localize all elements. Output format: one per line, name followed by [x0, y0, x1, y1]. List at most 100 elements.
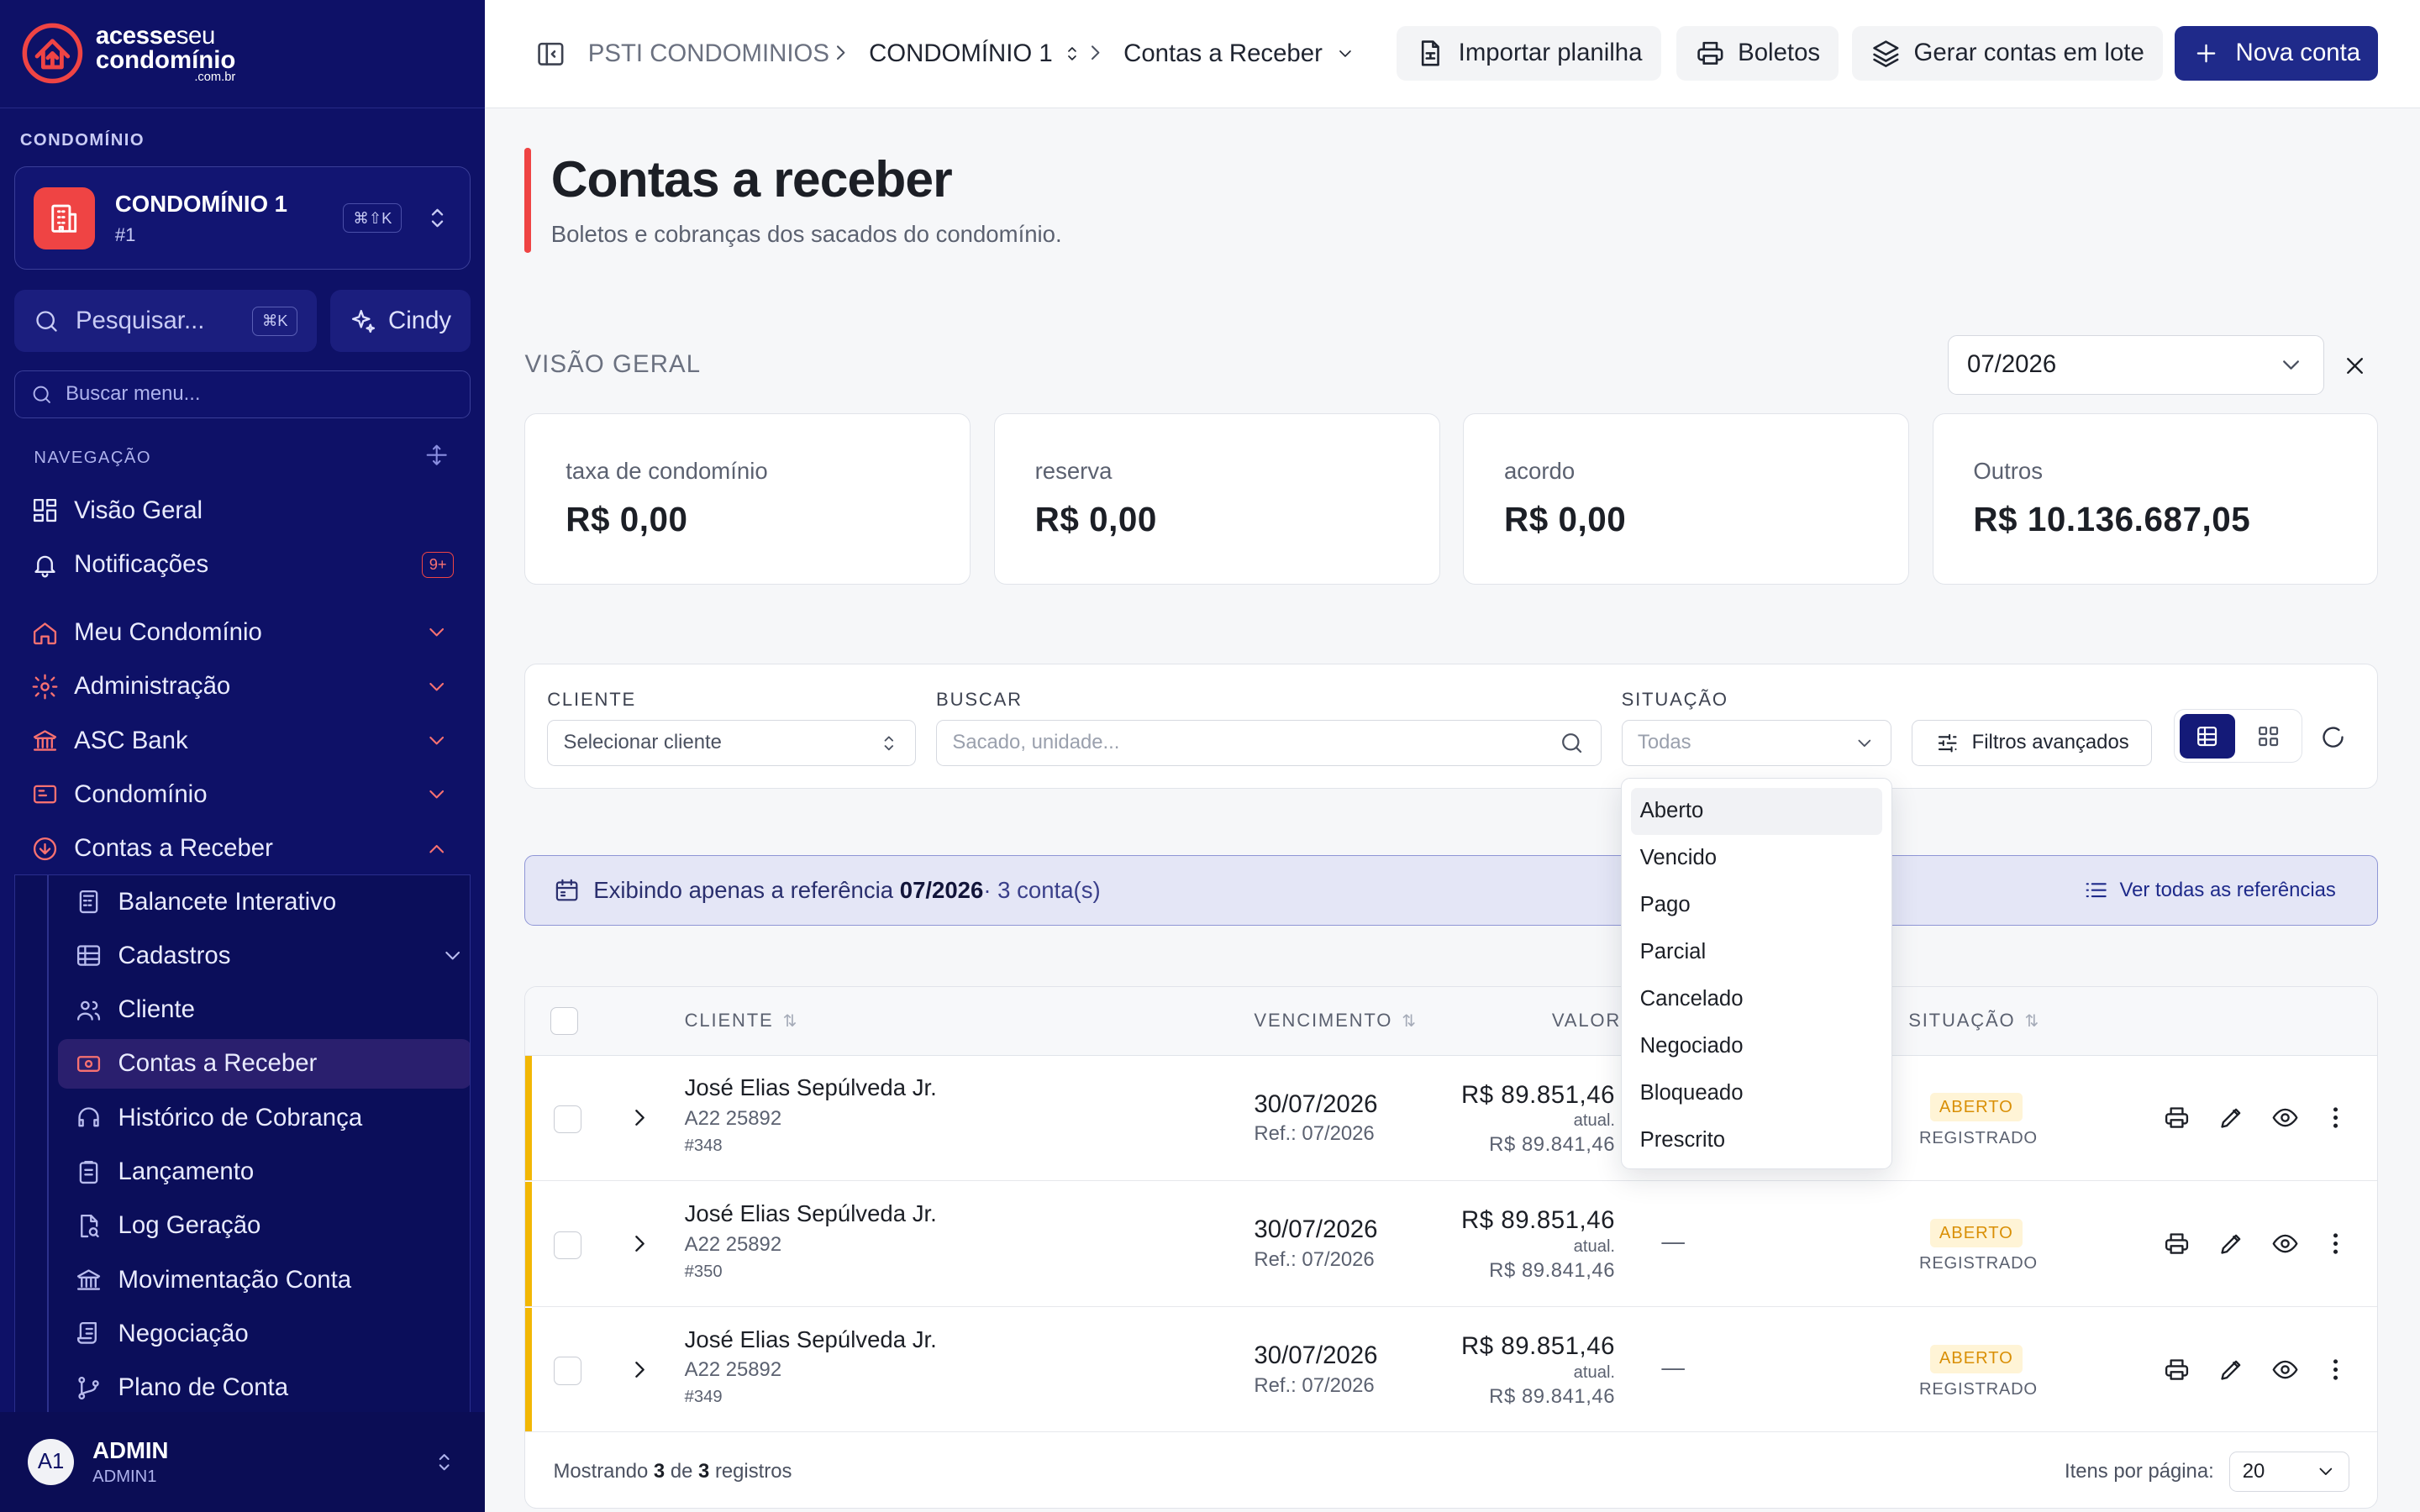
column-header-vencimento[interactable]: VENCIMENTO ⇅	[1254, 1010, 1418, 1032]
account-id: #348	[684, 1136, 723, 1155]
breadcrumb-item-page[interactable]: Contas a Receber	[1123, 0, 1355, 108]
header-label: CLIENTE	[684, 1010, 774, 1032]
status-option[interactable]: Pago	[1631, 882, 1882, 929]
sidebar-item-administracao[interactable]: Administração	[31, 662, 471, 711]
clear-month-icon[interactable]	[2341, 352, 2369, 380]
eye-icon[interactable]	[2271, 1104, 2299, 1131]
status-option[interactable]: Parcial	[1631, 929, 1882, 976]
column-header-cliente[interactable]: CLIENTE ⇅	[685, 1010, 799, 1032]
brand-logo[interactable]: acesseseu condomínio .com.br	[0, 0, 485, 108]
submenu-item-cadastros[interactable]: Cadastros	[58, 932, 470, 981]
printer-icon[interactable]	[2163, 1356, 2191, 1383]
submenu-label: Movimentação Conta	[118, 1265, 352, 1294]
breadcrumb-item-condo[interactable]: CONDOMÍNIO 1	[869, 0, 1082, 108]
row-checkbox[interactable]	[553, 1231, 581, 1259]
client-name[interactable]: José Elias Sepúlveda Jr.	[685, 1326, 937, 1353]
status-select[interactable]: Todas	[1621, 719, 1891, 766]
submenu-item-historico[interactable]: Histórico de Cobrança	[58, 1093, 470, 1142]
reference: Ref.: 07/2026	[1254, 1373, 1375, 1397]
eye-icon[interactable]	[2271, 1230, 2299, 1257]
reference-month-select[interactable]: 07/2026	[1947, 334, 2325, 396]
sidebar-item-contas-a-receber[interactable]: Contas a Receber	[31, 824, 471, 874]
condo-switcher[interactable]: CONDOMÍNIO 1 #1 ⌘⇧K	[13, 166, 471, 270]
select-all-checkbox[interactable]	[550, 1006, 578, 1035]
submenu-item-cliente[interactable]: Cliente	[58, 985, 470, 1035]
batch-generate-button[interactable]: Gerar contas em lote	[1852, 26, 2163, 81]
row-checkbox[interactable]	[553, 1357, 581, 1385]
advanced-filters-button[interactable]: Filtros avançados	[1911, 719, 2153, 766]
submenu-label: Cliente	[118, 995, 195, 1024]
search-input[interactable]: Sacado, unidade...	[936, 719, 1602, 766]
submenu-item-negociacao[interactable]: Negociação	[58, 1310, 470, 1359]
more-vertical-icon[interactable]	[2322, 1230, 2349, 1257]
per-page-select[interactable]: 20	[2229, 1452, 2350, 1493]
button-label: Nova conta	[2235, 39, 2361, 67]
user-menu[interactable]: A1 ADMIN ADMIN1	[0, 1411, 485, 1512]
pencil-icon[interactable]	[2217, 1230, 2245, 1257]
column-header-valor[interactable]: VALOR	[1552, 1010, 1621, 1032]
menu-search-placeholder: Buscar menu...	[66, 382, 201, 406]
assistant-button[interactable]: Cindy	[330, 290, 471, 352]
sidebar-item-visao-geral[interactable]: Visão Geral	[31, 486, 471, 536]
table-row[interactable]: José Elias Sepúlveda Jr. A22 25892 #349 30/…	[525, 1307, 2378, 1433]
menu-search-input[interactable]: Buscar menu...	[13, 370, 471, 418]
more-vertical-icon[interactable]	[2322, 1104, 2349, 1131]
row-checkbox[interactable]	[553, 1105, 581, 1134]
submenu-item-balancete[interactable]: Balancete Interativo	[58, 877, 470, 927]
submenu-item-movimentacao[interactable]: Movimentação Conta	[58, 1255, 470, 1305]
boletos-button[interactable]: Boletos	[1676, 26, 1839, 81]
bank-icon	[33, 730, 56, 751]
chevron-right-icon[interactable]	[626, 1356, 654, 1383]
client-select[interactable]: Selecionar cliente	[547, 719, 917, 766]
submenu-label: Lançamento	[118, 1158, 255, 1186]
breadcrumb-item-org[interactable]: PSTI CONDOMINIOS	[588, 0, 829, 108]
grid-view-button[interactable]	[2241, 714, 2296, 759]
pencil-icon[interactable]	[2217, 1104, 2245, 1131]
printer-icon[interactable]	[2163, 1230, 2191, 1257]
sidebar-item-condominio[interactable]: Condomínio	[31, 770, 471, 820]
printer-icon[interactable]	[2163, 1104, 2191, 1131]
view-all-references-link[interactable]: Ver todas as referências	[2084, 878, 2336, 902]
status-option[interactable]: Bloqueado	[1631, 1070, 1882, 1117]
chevron-right-icon[interactable]	[626, 1104, 654, 1131]
chevron-right-icon[interactable]	[626, 1230, 654, 1257]
status-option[interactable]: Vencido	[1631, 835, 1882, 882]
global-search[interactable]: Pesquisar... ⌘K	[13, 290, 317, 352]
nav-title: NAVEGAÇÃO	[34, 449, 152, 468]
status-option[interactable]: Negociado	[1631, 1023, 1882, 1070]
import-spreadsheet-button[interactable]: Importar planilha	[1397, 26, 1661, 81]
calendar-icon	[555, 879, 577, 901]
title-accent	[524, 148, 531, 254]
sidebar-toggle-icon[interactable]	[535, 39, 566, 70]
client-filter-label: CLIENTE	[547, 689, 637, 711]
eye-icon[interactable]	[2271, 1356, 2299, 1383]
status-option[interactable]: Cancelado	[1631, 976, 1882, 1023]
table-view-button[interactable]	[2179, 713, 2235, 759]
pencil-icon[interactable]	[2217, 1356, 2245, 1383]
new-account-button[interactable]: Nova conta	[2174, 26, 2379, 81]
table-row[interactable]: José Elias Sepúlveda Jr. A22 25892 #348 30/…	[525, 1056, 2378, 1182]
sidebar-item-notificacoes[interactable]: Notificações 9+	[31, 540, 471, 590]
submenu-item-plano-de-conta[interactable]: Plano de Conta	[58, 1363, 470, 1412]
submenu-item-lancamento[interactable]: Lançamento	[58, 1147, 470, 1197]
submenu-item-log-geracao[interactable]: Log Geração	[58, 1201, 470, 1251]
sidebar-item-label: Meu Condomínio	[74, 618, 262, 647]
client-name[interactable]: José Elias Sepúlveda Jr.	[685, 1074, 937, 1101]
move-icon[interactable]	[424, 443, 449, 467]
sidebar-item-meu-condominio[interactable]: Meu Condomínio	[31, 608, 471, 658]
more-vertical-icon[interactable]	[2322, 1356, 2349, 1383]
sidebar-item-asc-bank[interactable]: ASC Bank	[31, 716, 471, 765]
card-value: R$ 0,00	[1034, 500, 1157, 539]
accounts-table: CLIENTE ⇅ VENCIMENTO ⇅ VALOR SITUAÇÃO ⇅ Jos…	[524, 985, 2379, 1509]
grid-icon	[2259, 726, 2279, 746]
status-stripe	[525, 1056, 532, 1181]
column-header-situacao[interactable]: SITUAÇÃO ⇅	[1908, 1010, 2040, 1032]
submenu-item-contas-a-receber[interactable]: Contas a Receber	[57, 1039, 471, 1089]
clipboard-icon	[79, 1160, 98, 1184]
status-option[interactable]: Aberto	[1630, 787, 1882, 835]
refresh-icon[interactable]	[2319, 723, 2347, 751]
notification-badge: 9+	[422, 551, 454, 578]
table-row[interactable]: José Elias Sepúlveda Jr. A22 25892 #350 30/…	[525, 1182, 2378, 1307]
status-option[interactable]: Prescrito	[1631, 1117, 1882, 1164]
client-name[interactable]: José Elias Sepúlveda Jr.	[685, 1200, 937, 1227]
